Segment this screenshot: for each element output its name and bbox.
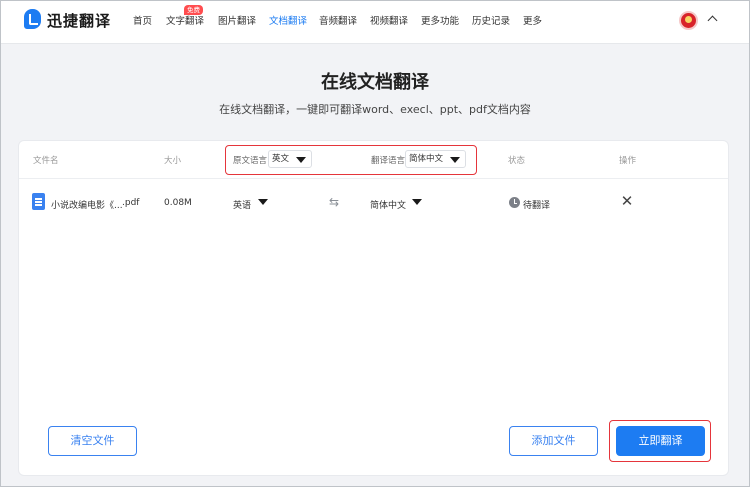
column-header-status: 状态 — [508, 156, 526, 166]
column-header-action: 操作 — [619, 156, 637, 166]
chevron-down-icon[interactable] — [258, 199, 268, 205]
file-icon — [32, 193, 45, 210]
app-logo-icon[interactable] — [24, 9, 41, 29]
nav-item-history[interactable]: 历史记录 — [472, 13, 510, 27]
nav-item-image-translate[interactable]: 图片翻译 — [218, 13, 256, 27]
file-extension: .pdf — [122, 198, 140, 208]
nav-item-video-translate[interactable]: 视频翻译 — [370, 13, 408, 27]
nav-item-home[interactable]: 首页 — [133, 13, 152, 27]
page-subtitle: 在线文档翻译，一键即可翻译word、execl、ppt、pdf文档内容 — [219, 103, 531, 116]
nav-item-more[interactable]: 更多 — [523, 13, 542, 27]
translate-highlight-box — [609, 420, 711, 462]
brand-name[interactable]: 迅捷翻译 — [47, 10, 111, 31]
nav-item-text-translate[interactable]: 文字翻译 — [166, 13, 204, 27]
nav-item-audio-translate[interactable]: 音频翻译 — [319, 13, 357, 27]
nav-item-more-features[interactable]: 更多功能 — [421, 13, 459, 27]
remove-file-icon[interactable]: ✕ — [620, 193, 634, 209]
column-header-filename: 文件名 — [33, 156, 59, 166]
free-badge: 免费 — [184, 5, 203, 15]
column-header-size: 大小 — [164, 156, 182, 166]
nav-item-document-translate[interactable]: 文档翻译 — [269, 13, 307, 27]
row-source-language[interactable]: 英语 — [233, 198, 251, 211]
file-size: 0.08M — [164, 198, 192, 208]
language-highlight-box — [225, 145, 477, 175]
row-target-language[interactable]: 简体中文 — [370, 198, 406, 211]
swap-languages-icon[interactable]: ⇆ — [329, 196, 343, 208]
clear-files-button[interactable]: 清空文件 — [48, 426, 137, 456]
page-title: 在线文档翻译 — [321, 72, 429, 93]
file-name: 小说改编电影《... — [51, 201, 123, 211]
user-avatar[interactable] — [679, 11, 698, 30]
pending-clock-icon — [509, 197, 520, 208]
file-status: 待翻译 — [523, 201, 551, 211]
chevron-down-icon[interactable] — [412, 199, 422, 205]
add-file-button[interactable]: 添加文件 — [509, 426, 598, 456]
table-header-divider — [19, 178, 728, 179]
